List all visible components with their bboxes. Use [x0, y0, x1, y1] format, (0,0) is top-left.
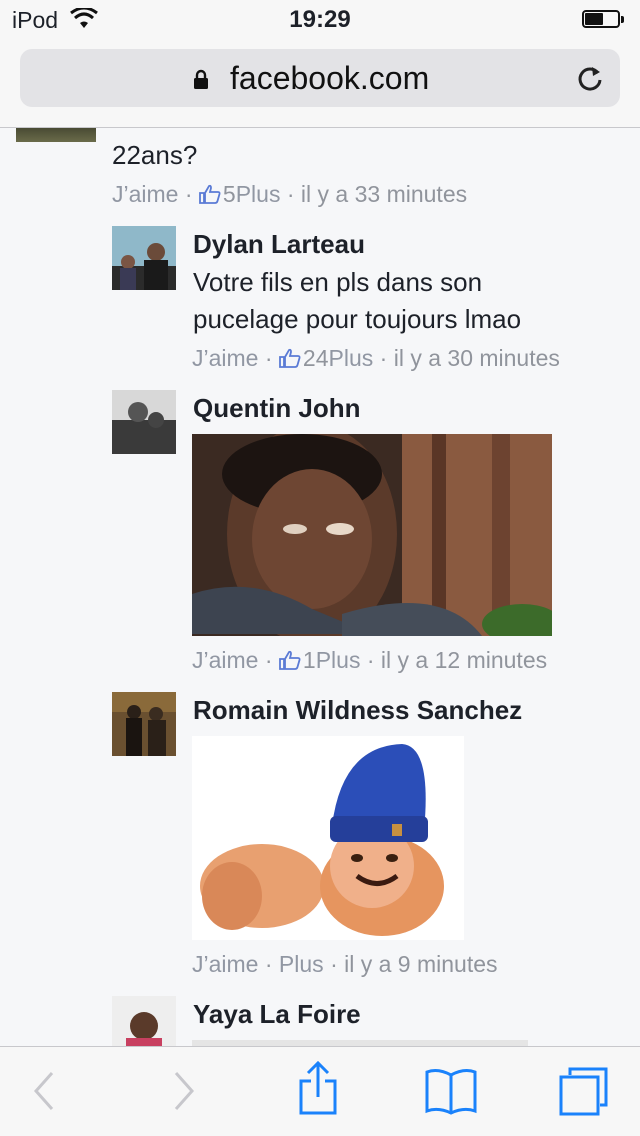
thumbs-up-icon — [279, 649, 301, 676]
lock-icon — [193, 69, 209, 94]
comment-meta: J’aime · 5Plus · il y a 33 minutes — [112, 181, 467, 210]
timestamp[interactable]: il y a 30 minutes — [394, 345, 560, 371]
thumbs-up-icon — [279, 347, 301, 374]
browser-chrome: facebook.com — [0, 40, 640, 128]
url-text: facebook.com — [230, 60, 430, 96]
more-link[interactable]: Plus — [279, 951, 324, 977]
timestamp[interactable]: il y a 9 minutes — [344, 951, 497, 977]
commenter-name[interactable]: Yaya La Foire — [193, 999, 361, 1030]
like-count: 24 — [302, 345, 329, 371]
comment-text-line: Votre fils en pls dans son — [193, 267, 483, 297]
avatar[interactable] — [112, 226, 176, 290]
tabs-icon[interactable] — [558, 1065, 610, 1122]
avatar[interactable] — [112, 390, 176, 454]
commenter-name[interactable]: Quentin John — [193, 393, 361, 424]
avatar — [16, 128, 96, 142]
like-link[interactable]: J’aime — [192, 647, 258, 673]
more-link[interactable]: Plus — [236, 181, 281, 207]
like-count: 5 — [222, 181, 236, 207]
comment-meta: J’aime · 1Plus · il y a 12 minutes — [192, 647, 547, 676]
like-link[interactable]: J’aime — [192, 345, 258, 371]
battery-icon — [582, 10, 626, 30]
reload-icon[interactable] — [576, 63, 604, 98]
like-link[interactable]: J’aime — [192, 951, 258, 977]
commenter-name[interactable]: Romain Wildness Sanchez — [193, 695, 522, 726]
comment-meta: J’aime · 24Plus · il y a 30 minutes — [192, 345, 560, 374]
chevron-left-icon[interactable] — [32, 1069, 56, 1118]
timestamp[interactable]: il y a 12 minutes — [381, 647, 547, 673]
comment-image[interactable] — [192, 736, 464, 940]
browser-toolbar — [0, 1046, 640, 1136]
like-count: 1 — [302, 647, 316, 673]
more-link[interactable]: Plus — [316, 647, 361, 673]
comment-meta: J’aime · Plus · il y a 9 minutes — [192, 951, 498, 977]
like-link[interactable]: J’aime — [112, 181, 178, 207]
avatar[interactable] — [112, 692, 176, 756]
commenter-name[interactable]: Dylan Larteau — [193, 229, 365, 260]
comment-text: 22ans? — [112, 140, 198, 170]
clock: 19:29 — [289, 6, 351, 33]
comment-text-line: pucelage pour toujours lmao — [193, 304, 522, 334]
timestamp[interactable]: il y a 33 minutes — [301, 181, 467, 207]
chevron-right-icon[interactable] — [172, 1069, 196, 1118]
status-bar: iPod 19:29 — [0, 0, 640, 40]
comment-image[interactable] — [192, 434, 552, 636]
comment-thread[interactable]: 22ans? J’aime · 5Plus · il y a 33 minute… — [0, 128, 640, 1046]
thumbs-up-icon — [199, 183, 221, 210]
book-icon[interactable] — [424, 1067, 478, 1120]
share-icon[interactable] — [298, 1060, 338, 1120]
more-link[interactable]: Plus — [329, 345, 374, 371]
avatar[interactable] — [112, 996, 176, 1046]
address-bar[interactable]: facebook.com — [20, 49, 620, 107]
